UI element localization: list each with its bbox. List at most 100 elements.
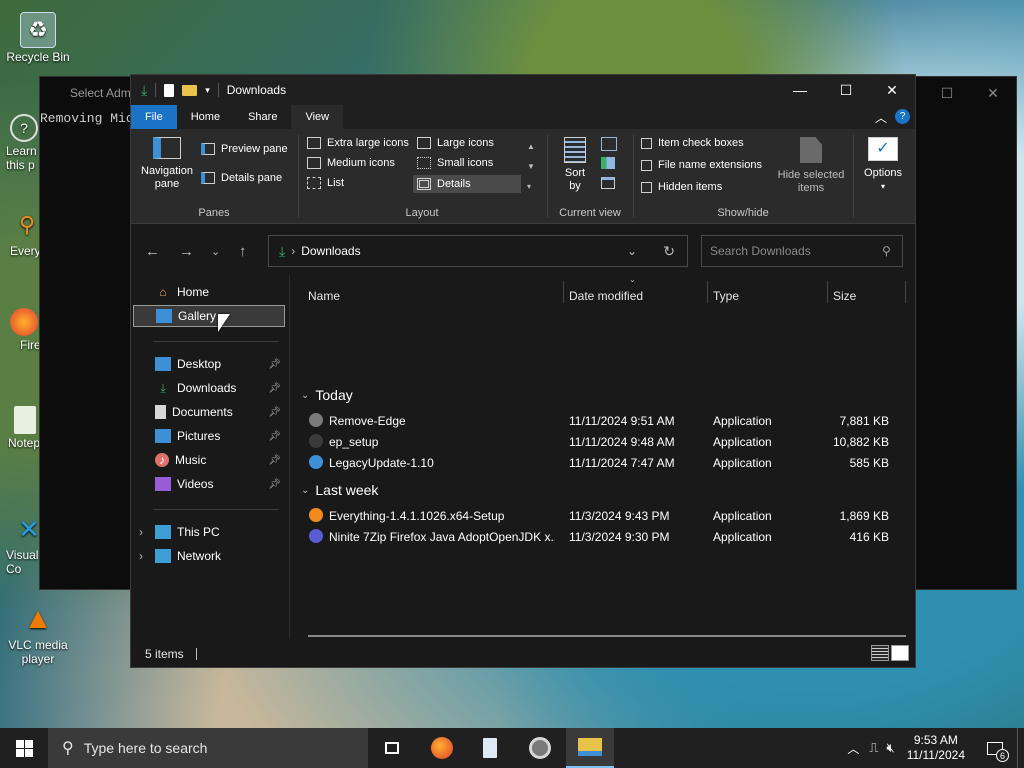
item-check-boxes-checkbox[interactable]: Item check boxes [641, 137, 744, 149]
clock[interactable]: 9:53 AM 11/11/2024 [899, 733, 973, 763]
pin-icon[interactable]: 📌︎ [268, 383, 281, 394]
sort-by-button[interactable]: Sort by [557, 137, 593, 193]
column-header-date-modified[interactable]: Date modified [569, 289, 643, 303]
file-name-extensions-checkbox[interactable]: File name extensions [641, 159, 762, 171]
collapse-ribbon-icon[interactable]: ︿ [875, 109, 887, 126]
pin-icon[interactable]: 📌︎ [268, 407, 281, 418]
nav-item-this-pc[interactable]: › This PC [133, 521, 285, 543]
nav-item-documents[interactable]: Documents 📌︎ [133, 401, 285, 423]
pane-splitter[interactable] [289, 275, 290, 639]
nav-item-pictures[interactable]: Pictures 📌︎ [133, 425, 285, 447]
nav-item-downloads[interactable]: ⤓ Downloads 📌︎ [133, 377, 285, 399]
details-view-icon[interactable] [871, 645, 889, 661]
file-row[interactable]: Remove-Edge 11/11/2024 9:51 AM Application… [307, 410, 903, 431]
properties-icon[interactable] [164, 83, 175, 97]
file-explorer-window[interactable]: ⤓ ▾ Downloads — ☐ ✕ File Home Share View… [130, 74, 916, 668]
expand-chevron-icon[interactable]: › [139, 525, 143, 539]
file-row[interactable]: LegacyUpdate-1.10 11/11/2024 7:47 AM Appli… [307, 452, 903, 473]
file-row[interactable]: ep_setup 11/11/2024 9:48 AM Application 10,… [307, 431, 903, 452]
options-button[interactable]: ✓ Options ▾ [857, 137, 909, 193]
preview-pane-button[interactable]: Preview pane [201, 143, 288, 155]
layout-list[interactable]: List [307, 177, 344, 189]
layout-scroll-arrows[interactable]: ▲ ▼ ▾ [527, 137, 535, 197]
desktop-icon-recycle-bin[interactable]: ♻ Recycle Bin [6, 12, 70, 64]
breadcrumb-downloads[interactable]: Downloads [301, 244, 360, 258]
notifications-button[interactable]: 6 [973, 728, 1017, 768]
column-divider[interactable] [707, 281, 708, 303]
large-icons-view-icon[interactable] [891, 645, 909, 661]
nav-item-network[interactable]: › Network [133, 545, 285, 567]
expand-chevron-icon[interactable]: › [139, 549, 143, 563]
nav-item-videos[interactable]: Videos 📌︎ [133, 473, 285, 495]
column-divider[interactable] [827, 281, 828, 303]
close-icon[interactable]: ✕ [869, 75, 915, 105]
tab-view[interactable]: View [291, 105, 344, 129]
refresh-icon[interactable]: ↻ [663, 243, 675, 260]
recent-locations-icon[interactable]: ⌄ [211, 245, 220, 258]
desktop-icon-everything[interactable]: ⚲ Every [0, 208, 41, 258]
search-icon[interactable]: ⚲ [882, 244, 891, 258]
pin-icon[interactable]: 📌︎ [268, 455, 281, 466]
taskbar-firefox[interactable] [418, 728, 466, 768]
layout-medium-icons[interactable]: Medium icons [307, 157, 395, 169]
column-divider[interactable] [905, 281, 906, 303]
taskbar-search-box[interactable]: ⚲ Type here to search [48, 728, 368, 768]
desktop-icon-learn[interactable]: ? Learn this p [0, 114, 40, 172]
customize-qat-icon[interactable]: ▾ [205, 85, 210, 96]
add-columns-icon[interactable] [601, 157, 615, 169]
desktop-icon-vscode[interactable]: ✕ Visual Co [0, 512, 40, 577]
hidden-items-checkbox[interactable]: Hidden items [641, 181, 722, 193]
desktop-icon-vlc[interactable]: ▲ VLC media player [6, 602, 70, 666]
group-header-today[interactable]: ⌄ Today [301, 387, 353, 403]
pin-icon[interactable]: 📌︎ [268, 431, 281, 442]
taskbar-notepad[interactable] [466, 728, 514, 768]
minimize-icon[interactable]: — [777, 75, 823, 105]
column-header-size[interactable]: Size [833, 289, 856, 303]
group-by-icon[interactable] [601, 137, 617, 151]
desktop-icon-firefox[interactable]: Fire [0, 308, 41, 352]
pin-icon[interactable]: 📌︎ [268, 479, 281, 490]
nav-item-desktop[interactable]: Desktop 📌︎ [133, 353, 285, 375]
desktop-icon-notepad[interactable]: Notep [0, 406, 40, 450]
taskbar-file-explorer[interactable] [566, 728, 614, 768]
tab-home[interactable]: Home [177, 105, 234, 129]
hide-selected-items-button[interactable]: Hide selected items [773, 137, 849, 195]
layout-details[interactable]: Details [413, 175, 521, 193]
volume-muted-icon[interactable]: 🔇︎ [883, 740, 899, 756]
start-button[interactable] [0, 728, 48, 768]
maximize-icon[interactable]: ☐ [823, 75, 869, 105]
layout-small-icons[interactable]: Small icons [417, 157, 493, 169]
search-input[interactable] [702, 243, 882, 259]
forward-icon[interactable]: → [179, 243, 194, 260]
taskbar-edge[interactable] [516, 728, 564, 768]
horizontal-scrollbar[interactable] [308, 635, 906, 637]
up-icon[interactable]: ↑ [239, 243, 247, 260]
nav-item-home[interactable]: ⌂ Home [133, 281, 285, 303]
maximize-icon[interactable]: ☐ [924, 77, 970, 109]
layout-large-icons[interactable]: Large icons [417, 137, 494, 149]
nav-item-gallery[interactable]: Gallery [133, 305, 285, 327]
group-header-last-week[interactable]: ⌄ Last week [301, 482, 378, 498]
back-icon[interactable]: ← [145, 243, 160, 260]
explorer-titlebar[interactable]: ⤓ ▾ Downloads — ☐ ✕ [131, 75, 915, 105]
address-bar[interactable]: ⤓ › Downloads ⌄ ↻ [268, 235, 688, 267]
column-divider[interactable] [563, 281, 564, 303]
size-columns-icon[interactable] [601, 177, 615, 189]
nav-item-music[interactable]: ♪ Music 📌︎ [133, 449, 285, 471]
details-pane-button[interactable]: Details pane [201, 172, 282, 184]
task-view-button[interactable] [368, 728, 416, 768]
file-row[interactable]: Ninite 7Zip Firefox Java AdoptOpenJDK x.… [307, 526, 903, 547]
address-dropdown-icon[interactable]: ⌄ [627, 244, 637, 258]
file-row[interactable]: Everything-1.4.1.1026.x64-Setup 11/3/2024… [307, 505, 903, 526]
show-hidden-icons-icon[interactable]: ︿ [841, 740, 865, 757]
new-folder-icon[interactable] [182, 84, 198, 96]
help-icon[interactable]: ? [895, 109, 910, 124]
layout-extra-large-icons[interactable]: Extra large icons [307, 137, 409, 149]
close-icon[interactable]: ✕ [970, 77, 1016, 109]
tab-share[interactable]: Share [234, 105, 291, 129]
column-header-name[interactable]: Name [308, 289, 340, 303]
show-desktop-button[interactable] [1017, 728, 1024, 768]
navigation-pane-button[interactable]: Navigation pane [137, 137, 197, 191]
column-header-type[interactable]: Type [713, 289, 739, 303]
pin-icon[interactable]: 📌︎ [268, 359, 281, 370]
